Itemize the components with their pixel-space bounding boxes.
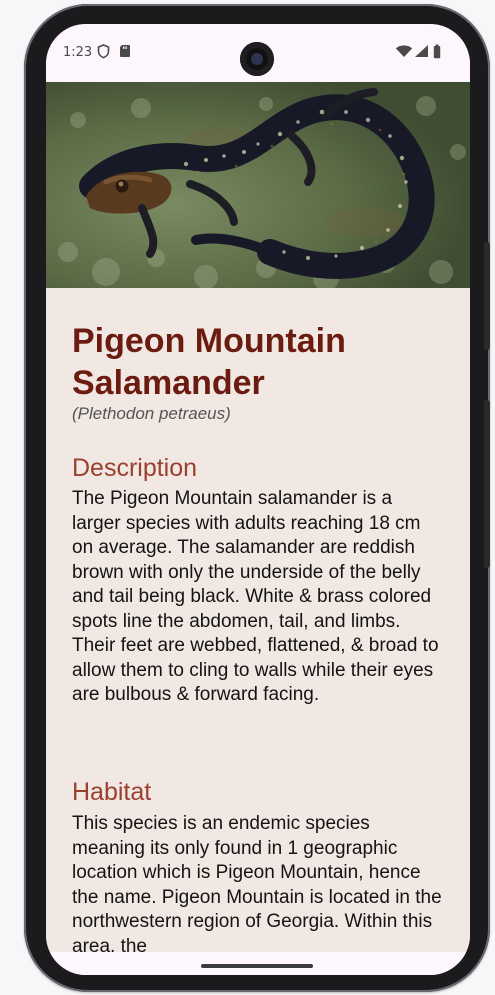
status-time: 1:23	[63, 45, 93, 60]
signal-icon	[414, 44, 429, 62]
status-bar: 1:23	[46, 24, 470, 82]
scientific-name: (Plethodon petraeus)	[72, 404, 231, 423]
volume-button	[484, 400, 490, 568]
app-screen: 1:23 Pigeon Mountain Salamander (Plethod…	[46, 24, 470, 975]
power-button	[484, 242, 490, 350]
wifi-icon	[395, 44, 413, 62]
battery-icon	[433, 44, 441, 63]
sd-card-icon	[119, 44, 131, 62]
description-text: The Pigeon Mountain salamander is a larg…	[72, 488, 439, 705]
species-title: Pigeon Mountain Salamander	[72, 322, 346, 402]
habitat-text: This species is an endemic species meani…	[72, 813, 442, 952]
home-gesture-bar[interactable]	[201, 964, 313, 968]
description-heading: Description	[72, 454, 198, 482]
species-details: Pigeon Mountain Salamander (Plethodon pe…	[46, 288, 470, 952]
front-camera	[240, 42, 274, 76]
shield-icon	[97, 44, 110, 63]
habitat-heading: Habitat	[72, 778, 152, 806]
salamander-photo	[46, 82, 470, 288]
